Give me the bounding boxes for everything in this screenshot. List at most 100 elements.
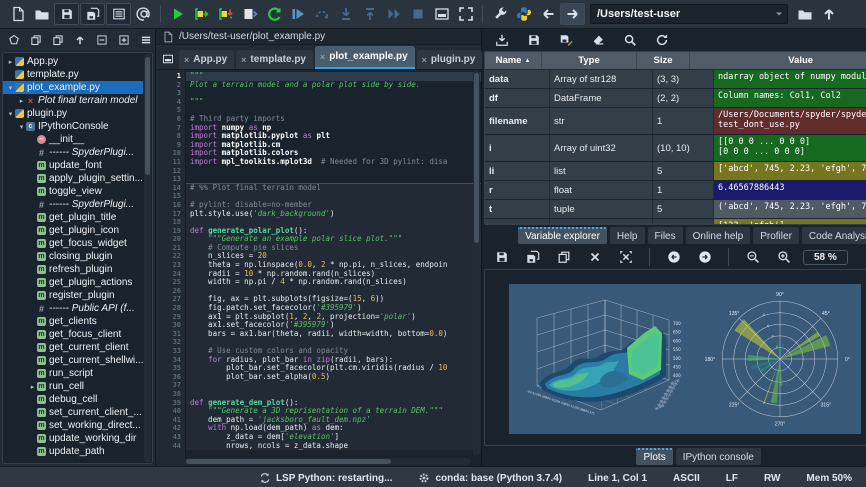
column-header-size[interactable]: Size — [637, 52, 690, 69]
table-row[interactable]: df DataFrame (2, 2) Column names: Col1, Col… — [485, 89, 866, 108]
debug-file-icon[interactable] — [286, 3, 309, 25]
debug-stop-icon[interactable] — [406, 3, 429, 25]
outline-item[interactable]: ▸ App.py — [3, 55, 143, 68]
outline-item[interactable]: m run_script — [3, 367, 143, 380]
column-header-type[interactable]: Type — [542, 52, 637, 69]
outline-item[interactable]: m get_plugin_icon — [3, 224, 143, 237]
outline-item[interactable]: m get_plugin_actions — [3, 276, 143, 289]
tab-close-icon[interactable]: × — [320, 52, 325, 62]
outline-item[interactable]: m get_plugin_title — [3, 211, 143, 224]
outline-scrollbar[interactable] — [144, 54, 151, 462]
tab-variable-explorer[interactable]: Variable explorer — [518, 226, 607, 244]
outline-item[interactable]: # ------ Public API (f... — [3, 302, 143, 315]
find-symbols-icon[interactable] — [132, 3, 155, 25]
chevron-down-icon[interactable]: ▾ — [6, 84, 15, 92]
table-row[interactable]: ttuple5('abcd', 745, 2.23, 'efgh', 70.2) — [485, 200, 866, 219]
outline-item[interactable]: m toggle_view — [3, 185, 143, 198]
tab-files[interactable]: Files — [647, 226, 683, 244]
tab-plots[interactable]: Plots — [636, 447, 673, 465]
copy-plot-icon[interactable] — [552, 246, 575, 268]
editor-tab[interactable]: × App.py — [179, 50, 235, 69]
cell-value[interactable]: [[0 0 0 ... 0 0 0] [0 0 0 ... 0 0 0] — [714, 135, 866, 161]
cell-value[interactable]: ['abcd', 745, 2.23, 'efgh', 70.2] — [714, 162, 866, 180]
debug-continue-icon[interactable] — [382, 3, 405, 25]
python-console-icon[interactable] — [430, 3, 453, 25]
save-data-icon[interactable] — [522, 29, 545, 51]
search-variable-icon[interactable] — [618, 29, 641, 51]
follow-cursor-icon[interactable] — [69, 30, 90, 50]
python-logo-icon[interactable] — [512, 3, 535, 25]
run-selection-icon[interactable] — [262, 3, 285, 25]
outline-options-icon[interactable] — [135, 30, 156, 50]
tab-close-icon[interactable]: × — [422, 55, 427, 65]
tab-profiler[interactable]: Profiler — [753, 226, 799, 244]
save-all-plots-icon[interactable] — [521, 246, 544, 268]
outline-item[interactable]: m get_clients — [3, 315, 143, 328]
preferences-icon[interactable] — [488, 3, 511, 25]
copy-path-icon[interactable] — [47, 30, 68, 50]
chevron-down-icon[interactable]: ▾ — [17, 123, 26, 131]
outline-item[interactable]: m register_plugin — [3, 289, 143, 302]
outline-item[interactable]: m set_current_client_... — [3, 406, 143, 419]
code-area[interactable]: """ Plot a terrain model and a polar plot… — [186, 70, 481, 466]
debug-step-over-icon[interactable] — [310, 3, 333, 25]
copy-icon[interactable] — [25, 30, 46, 50]
outline-item[interactable]: m get_current_shellwi... — [3, 354, 143, 367]
outline-item[interactable]: m update_path — [3, 445, 143, 458]
run-file-icon[interactable] — [166, 3, 189, 25]
tab-online-help[interactable]: Online help — [685, 226, 751, 244]
column-header-name[interactable]: Name ▲ — [485, 52, 542, 69]
parent-directory-icon[interactable] — [817, 3, 840, 25]
zoom-in-icon[interactable] — [772, 246, 795, 268]
chevron-right-icon[interactable]: ▸ — [17, 97, 26, 105]
save-icon[interactable] — [54, 3, 79, 25]
new-file-icon[interactable] — [6, 3, 29, 25]
working-directory-input[interactable] — [597, 8, 773, 20]
cell-value[interactable]: Column names: Col1, Col2 — [714, 89, 866, 107]
outline-item[interactable]: m update_working_dir — [3, 432, 143, 445]
save-plot-icon[interactable] — [490, 246, 513, 268]
chevron-right-icon[interactable]: ▸ — [28, 383, 37, 391]
outline-item[interactable]: m get_focus_client — [3, 328, 143, 341]
save-data-as-icon[interactable] — [554, 29, 577, 51]
tab-close-icon[interactable]: × — [184, 55, 189, 65]
chevron-right-icon[interactable]: ▸ — [6, 58, 15, 66]
editor-hscrollbar[interactable] — [182, 458, 471, 465]
maximize-pane-icon[interactable] — [454, 3, 477, 25]
outline-item[interactable]: ▸ × Plot final terrain model — [3, 94, 143, 107]
remove-variables-icon[interactable] — [586, 29, 609, 51]
browse-tabs-icon[interactable] — [158, 49, 178, 69]
debug-step-into-icon[interactable] — [334, 3, 357, 25]
outline-item[interactable]: ▾ plot_example.py — [3, 81, 143, 94]
collapse-all-icon[interactable] — [91, 30, 112, 50]
outline-item[interactable]: ▾ plugin.py — [3, 107, 143, 120]
outline-item[interactable]: m apply_plugin_settin... — [3, 172, 143, 185]
chevron-down-icon[interactable] — [773, 8, 785, 20]
outline-item[interactable]: – __init__ — [3, 133, 143, 146]
file-switcher-icon[interactable] — [106, 3, 131, 25]
table-row[interactable]: r float 1 6.46567886443 — [485, 181, 866, 200]
editor-tab[interactable]: × template.py — [236, 50, 313, 69]
previous-plot-icon[interactable] — [662, 246, 685, 268]
remove-plot-icon[interactable] — [583, 246, 606, 268]
tab-close-icon[interactable]: × — [241, 55, 246, 65]
open-file-icon[interactable] — [30, 3, 53, 25]
refresh-variables-icon[interactable] — [650, 29, 673, 51]
outline-item[interactable]: # ------ SpyderPlugi... — [3, 198, 143, 211]
outline-item[interactable]: m get_focus_widget — [3, 237, 143, 250]
tab-ipython-console[interactable]: IPython console — [675, 447, 761, 465]
cell-value[interactable]: ndarray object of numpy module — [714, 70, 866, 88]
editor-vscrollbar[interactable] — [473, 71, 480, 456]
outline-item[interactable]: ▸ m run_cell — [3, 380, 143, 393]
outline-item[interactable]: m get_current_client — [3, 341, 143, 354]
back-icon[interactable] — [536, 3, 559, 25]
table-row[interactable]: filename str 1/Users/Documents/spyder/spyd… — [485, 108, 866, 135]
tab-code-analysis[interactable]: Code Analysis — [801, 226, 866, 244]
tab-help[interactable]: Help — [609, 226, 645, 244]
outline-item[interactable]: m closing_plugin — [3, 250, 143, 263]
debug-step-out-icon[interactable] — [358, 3, 381, 25]
import-data-icon[interactable] — [490, 29, 513, 51]
table-row[interactable]: i Array of uint32 (10, 10) [[0 0 0 ... 0 0 … — [485, 135, 866, 162]
save-all-icon[interactable] — [80, 3, 105, 25]
cell-value[interactable]: ('abcd', 745, 2.23, 'efgh', 70.2) — [714, 200, 866, 218]
